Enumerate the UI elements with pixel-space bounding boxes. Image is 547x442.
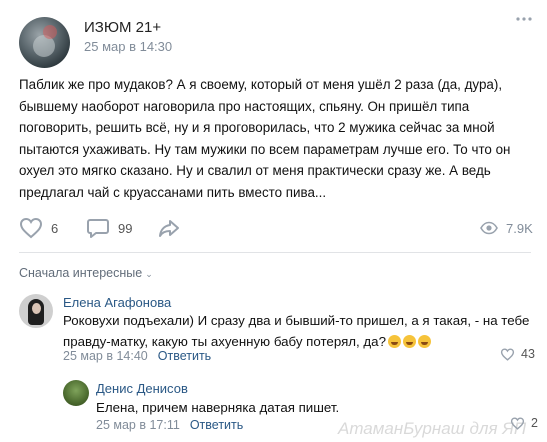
post-date[interactable]: 25 мар в 14:30 bbox=[84, 39, 172, 54]
more-dots-icon[interactable] bbox=[516, 16, 532, 22]
chevron-down-icon: ⌄ bbox=[145, 269, 153, 279]
heart-icon bbox=[19, 217, 43, 239]
comment-text-content: Роковухи подъехали) И сразу два и бывший… bbox=[63, 313, 530, 349]
reply-button[interactable]: Ответить bbox=[158, 349, 211, 363]
comment-button[interactable]: 99 bbox=[86, 216, 132, 240]
views-count: 7.9K bbox=[506, 220, 533, 236]
views-indicator: 7.9K bbox=[480, 216, 533, 240]
like-button[interactable]: 6 bbox=[19, 216, 58, 240]
comment-icon bbox=[87, 219, 109, 238]
comment-author[interactable]: Елена Агафонова bbox=[63, 295, 171, 310]
share-arrow-icon bbox=[159, 220, 179, 237]
laughing-emoji-icon bbox=[417, 335, 431, 348]
eye-icon bbox=[480, 221, 498, 235]
avatar-detail bbox=[43, 25, 57, 39]
avatar-detail bbox=[32, 303, 41, 314]
comment-meta: 25 мар в 17:11 Ответить bbox=[96, 418, 243, 432]
comment-like-count: 43 bbox=[521, 347, 535, 361]
watermark: АтаманБурнаш для ЯП bbox=[338, 419, 527, 438]
comment-like-button[interactable]: 43 bbox=[500, 347, 535, 361]
community-name[interactable]: ИЗЮМ 21+ bbox=[84, 19, 161, 36]
comment-like-count: 2 bbox=[531, 416, 538, 430]
community-avatar[interactable] bbox=[19, 17, 70, 68]
comment-like-button[interactable]: 2 bbox=[510, 416, 538, 430]
reply-button[interactable]: Ответить bbox=[190, 418, 243, 432]
comment-date[interactable]: 25 мар в 17:11 bbox=[96, 418, 180, 432]
divider bbox=[19, 252, 531, 253]
heart-icon bbox=[510, 416, 525, 430]
laughing-emoji-icon bbox=[402, 335, 416, 348]
comment-author[interactable]: Денис Денисов bbox=[96, 381, 188, 396]
comment-text: Елена, причем наверняка датая пишет. bbox=[96, 400, 340, 415]
heart-icon bbox=[500, 347, 515, 361]
commenter-avatar[interactable] bbox=[19, 294, 53, 328]
post-text: Паблик же про мудаков? А я своему, котор… bbox=[19, 77, 511, 200]
share-button[interactable] bbox=[157, 216, 181, 240]
comment-date[interactable]: 25 мар в 14:40 bbox=[63, 349, 148, 363]
comment-count: 99 bbox=[118, 220, 133, 236]
comments-sort-dropdown[interactable]: Сначала интересные ⌄ bbox=[19, 266, 153, 280]
comments-sort-label: Сначала интересные bbox=[19, 266, 143, 280]
laughing-emoji-icon bbox=[387, 335, 401, 348]
comment-meta: 25 мар в 14:40 Ответить bbox=[63, 349, 211, 363]
comment-text: Роковухи подъехали) И сразу два и бывший… bbox=[63, 310, 533, 352]
commenter-avatar[interactable] bbox=[63, 380, 89, 406]
like-count: 6 bbox=[51, 220, 59, 236]
